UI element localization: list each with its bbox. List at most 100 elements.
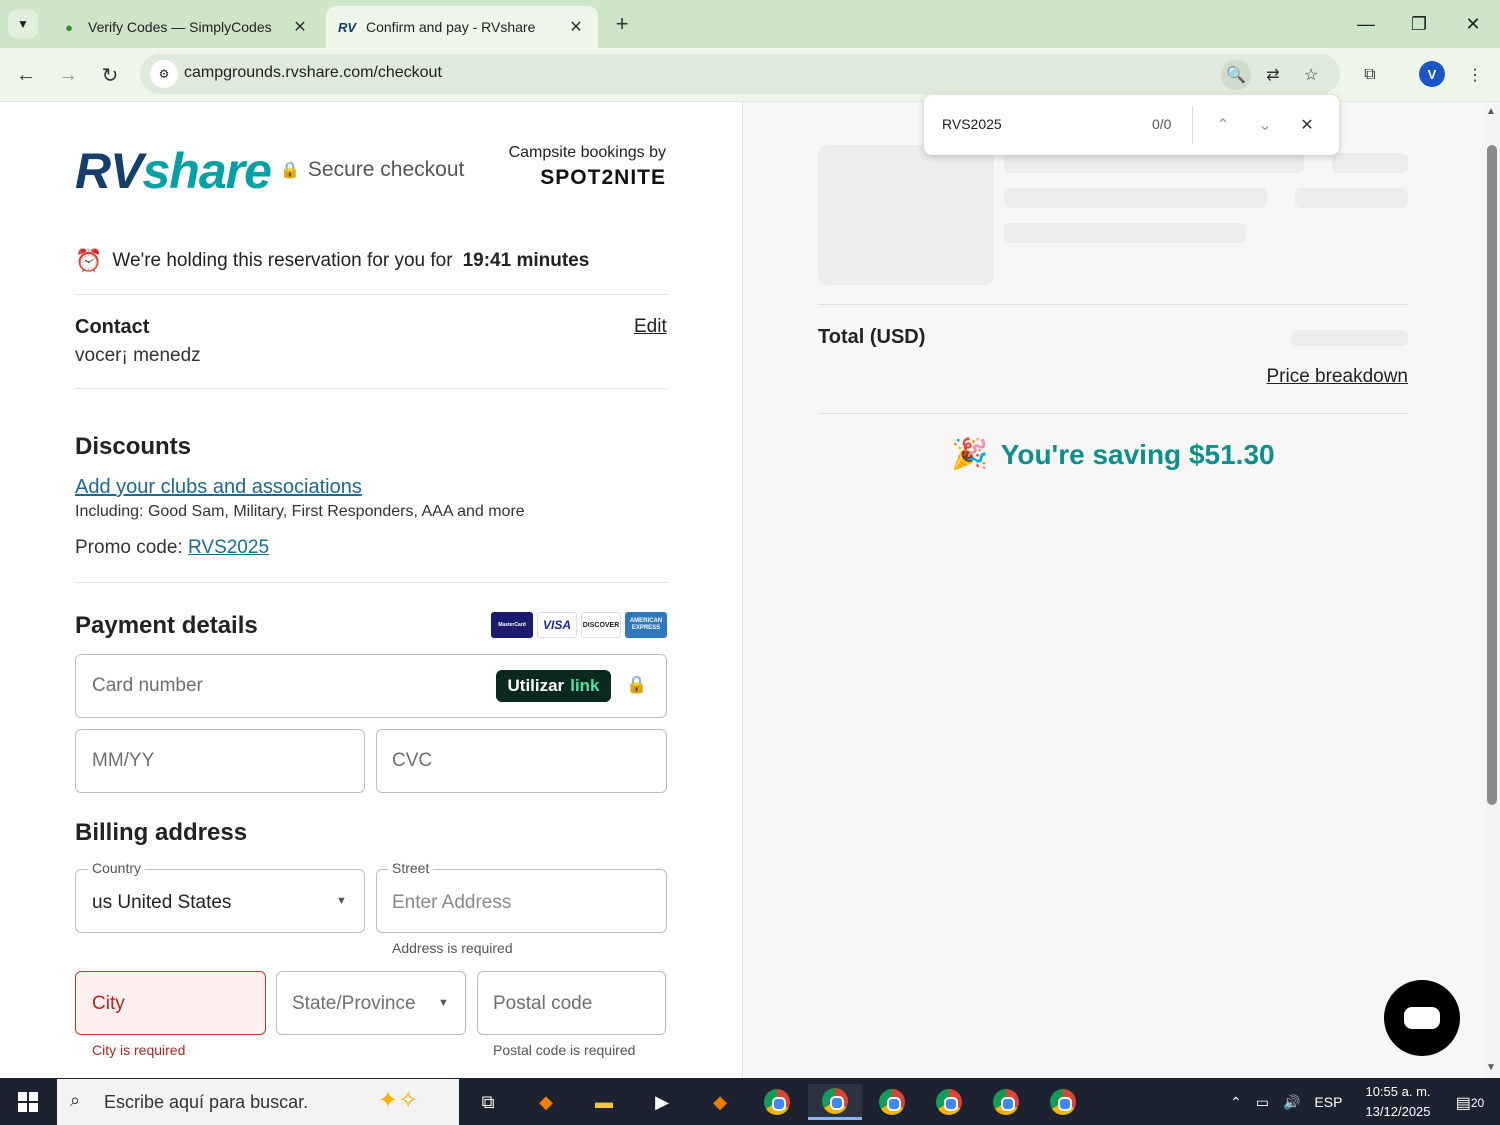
- promo-code-link[interactable]: RVS2025: [188, 537, 269, 558]
- edit-contact-link[interactable]: Edit: [634, 316, 667, 338]
- windows-icon: [18, 1091, 38, 1112]
- find-next-button[interactable]: ⌄: [1252, 112, 1278, 138]
- detail-skeleton: [1295, 188, 1408, 208]
- language-indicator[interactable]: ESP: [1314, 1094, 1342, 1110]
- restore-button[interactable]: ❐: [1399, 8, 1439, 40]
- translate-button[interactable]: ⇄: [1258, 60, 1288, 90]
- price-skeleton: [1332, 153, 1408, 173]
- divider: [75, 294, 667, 295]
- new-tab-button[interactable]: +: [608, 10, 636, 38]
- notification-count: 20: [1470, 1096, 1485, 1110]
- reservation-hold: ⏰ We're holding this reservation for you…: [75, 248, 590, 273]
- back-button[interactable]: ←: [10, 60, 42, 90]
- find-input[interactable]: RVS2025: [942, 116, 1002, 132]
- taskbar-fl-studio[interactable]: ◆: [526, 1084, 566, 1120]
- add-clubs-link[interactable]: Add your clubs and associations: [75, 476, 362, 499]
- fruity-icon: ◆: [539, 1091, 553, 1112]
- profile-avatar[interactable]: V: [1419, 61, 1445, 87]
- chevron-down-icon: ▼: [17, 17, 29, 31]
- lock-icon: 🔒: [280, 162, 300, 179]
- chevron-up-icon: ⌃: [1216, 117, 1230, 134]
- close-icon[interactable]: ✕: [290, 17, 310, 37]
- chrome-icon: [822, 1087, 848, 1114]
- scrollbar-thumb[interactable]: [1487, 145, 1497, 805]
- star-icon: ☆: [1303, 67, 1319, 84]
- alarm-clock-icon: ⏰: [75, 248, 103, 273]
- find-in-page-button[interactable]: 🔍: [1221, 60, 1251, 90]
- translate-icon: ⇄: [1266, 67, 1280, 84]
- taskbar-media-player[interactable]: ▶: [642, 1084, 682, 1120]
- system-tray: ⌃ ▭ 🔊 ESP: [1230, 1086, 1342, 1118]
- menu-button[interactable]: ⋮: [1460, 60, 1490, 90]
- chrome-icon: [1050, 1089, 1076, 1115]
- country-label: Country: [88, 860, 146, 876]
- dropdown-arrow-icon: ▼: [438, 997, 449, 1009]
- more-vert-icon: ⋮: [1467, 67, 1483, 84]
- find-close-button[interactable]: ✕: [1294, 112, 1320, 138]
- payment-heading: Payment details: [75, 612, 258, 639]
- search-icon: ⌕: [70, 1090, 81, 1110]
- dropdown-arrow-icon: ▼: [336, 895, 347, 907]
- taskbar-file-explorer[interactable]: ▬: [584, 1084, 624, 1120]
- state-placeholder: State/Province: [292, 993, 416, 1014]
- link-pay-button[interactable]: Utilizar link: [496, 670, 611, 702]
- close-icon[interactable]: ✕: [566, 17, 586, 37]
- forward-button[interactable]: →: [52, 60, 84, 90]
- window-close-button[interactable]: ✕: [1453, 8, 1493, 40]
- amex-logo: AMERICAN EXPRESS: [625, 612, 667, 638]
- divider: [75, 388, 667, 389]
- cvc-placeholder: CVC: [392, 750, 433, 771]
- minimize-button[interactable]: —: [1346, 8, 1386, 40]
- tab-title: Confirm and pay - RVshare: [366, 19, 536, 35]
- bookmark-button[interactable]: ☆: [1296, 60, 1326, 90]
- scroll-up-icon[interactable]: ▲: [1486, 106, 1496, 117]
- taskbar-chrome-1[interactable]: [757, 1084, 797, 1120]
- url-text[interactable]: campgrounds.rvshare.com/checkout: [184, 64, 442, 82]
- taskbar-chrome-4[interactable]: [929, 1084, 969, 1120]
- scroll-down-icon[interactable]: ▼: [1486, 1062, 1496, 1073]
- volume-icon[interactable]: 🔊: [1283, 1094, 1300, 1111]
- taskbar-chrome-5[interactable]: [986, 1084, 1026, 1120]
- task-view-icon: ⧉: [481, 1091, 495, 1112]
- plus-icon: +: [615, 11, 629, 36]
- start-button[interactable]: [0, 1078, 56, 1125]
- detail-skeleton: [1004, 188, 1267, 208]
- find-divider: [1192, 106, 1193, 144]
- chrome-icon: [879, 1089, 905, 1115]
- rvshare-logo[interactable]: RVshare: [75, 142, 272, 200]
- visa-logo: VISA: [537, 612, 577, 638]
- site-info-button[interactable]: ⚙: [150, 60, 178, 88]
- contact-heading: Contact: [75, 316, 150, 338]
- taskbar-fl-studio-2[interactable]: ◆: [700, 1084, 740, 1120]
- task-view-button[interactable]: ⧉: [468, 1084, 508, 1120]
- chrome-icon: [764, 1089, 790, 1115]
- find-page-icon: 🔍: [1226, 67, 1246, 84]
- total-label: Total (USD): [818, 326, 926, 348]
- find-previous-button[interactable]: ⌃: [1210, 112, 1236, 138]
- detail-skeleton: [1004, 223, 1246, 243]
- network-icon[interactable]: ▭: [1256, 1094, 1269, 1111]
- tab-search-button[interactable]: ▼: [8, 10, 38, 38]
- street-label: Street: [388, 860, 434, 876]
- chevron-down-icon: ⌄: [1258, 117, 1272, 134]
- fruity-icon: ◆: [713, 1091, 727, 1112]
- extensions-button[interactable]: ⧉: [1355, 60, 1385, 90]
- notification-center-button[interactable]: ▤ 20: [1450, 1088, 1490, 1118]
- taskbar-chrome-2[interactable]: [808, 1084, 862, 1120]
- taskbar-chrome-3[interactable]: [872, 1084, 912, 1120]
- tab-simplycodes[interactable]: ● Verify Codes — SimplyCodes ✕: [48, 6, 322, 48]
- contact-name: vocer¡ menedz: [75, 345, 201, 366]
- postal-error: Postal code is required: [493, 1042, 636, 1058]
- chat-button[interactable]: [1384, 980, 1460, 1056]
- divider: [818, 413, 1408, 414]
- chat-icon: [1404, 1007, 1440, 1029]
- chevron-up-icon[interactable]: ⌃: [1230, 1094, 1242, 1111]
- minimize-icon: —: [1357, 13, 1375, 34]
- taskbar-chrome-6[interactable]: [1043, 1084, 1083, 1120]
- promo-code-row: Promo code: RVS2025: [75, 537, 270, 558]
- taskbar-clock[interactable]: 10:55 a. m. 13/12/2025: [1352, 1082, 1444, 1122]
- price-breakdown-link[interactable]: Price breakdown: [1130, 366, 1408, 388]
- party-popper-icon: 🎉: [951, 438, 989, 471]
- reload-button[interactable]: ↻: [94, 60, 126, 90]
- tab-rvshare[interactable]: RV Confirm and pay - RVshare ✕: [326, 6, 598, 48]
